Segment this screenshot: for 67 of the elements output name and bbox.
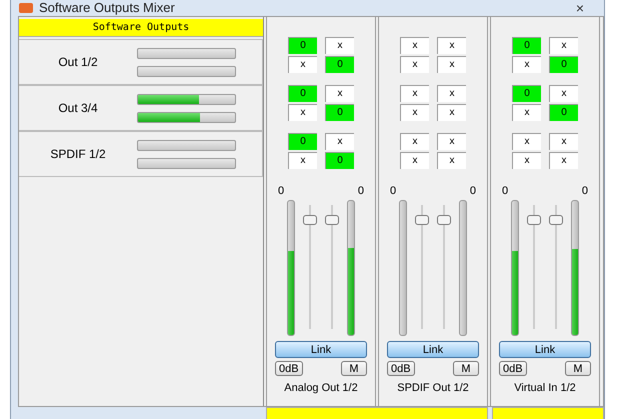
routing-cell[interactable]: x: [437, 104, 466, 121]
level-reading: 0: [390, 185, 396, 197]
routing-cell[interactable]: x: [437, 152, 466, 169]
routing-cell[interactable]: x: [400, 85, 429, 102]
fader-handle[interactable]: [527, 214, 541, 225]
output-name: Out 1/2: [57, 55, 99, 69]
routing-cell[interactable]: 0: [549, 104, 578, 121]
routing-cell[interactable]: 0: [325, 56, 354, 73]
close-button[interactable]: ×: [576, 1, 584, 15]
routing-cell[interactable]: x: [400, 37, 429, 54]
routing-cell[interactable]: x: [549, 37, 578, 54]
level-reading: 0: [502, 185, 508, 197]
output-name: Out 3/4: [57, 101, 99, 115]
routing-cell[interactable]: x: [512, 152, 541, 169]
fader-handle[interactable]: [415, 214, 429, 225]
link-button[interactable]: Link: [499, 341, 591, 358]
output-name: SPDIF 1/2: [49, 147, 107, 161]
routing-cell[interactable]: 0: [549, 56, 578, 73]
fader-handle[interactable]: [549, 214, 563, 225]
zero-db-button[interactable]: 0dB: [499, 361, 527, 376]
strip-name: Analog Out 1/2: [284, 382, 358, 394]
routing-cell[interactable]: 0: [288, 133, 317, 150]
link-button[interactable]: Link: [275, 341, 367, 358]
routing-cell[interactable]: x: [288, 152, 317, 169]
routing-cell[interactable]: x: [400, 152, 429, 169]
strip-name: SPDIF Out 1/2: [397, 382, 469, 394]
mute-button[interactable]: M: [341, 361, 367, 376]
routing-cell[interactable]: x: [400, 133, 429, 150]
fader-handle[interactable]: [437, 214, 451, 225]
routing-cell[interactable]: x: [400, 104, 429, 121]
fader-handle[interactable]: [325, 214, 339, 225]
routing-cell[interactable]: x: [512, 104, 541, 121]
zero-db-button[interactable]: 0dB: [275, 361, 303, 376]
window-title: Software Outputs Mixer: [39, 0, 175, 16]
routing-cell[interactable]: x: [437, 37, 466, 54]
routing-cell[interactable]: 0: [325, 152, 354, 169]
level-reading: 0: [278, 185, 284, 197]
mute-button[interactable]: M: [453, 361, 479, 376]
level-reading: 0: [358, 185, 364, 197]
routing-cell[interactable]: 0: [512, 37, 541, 54]
mute-button[interactable]: M: [565, 361, 591, 376]
routing-cell[interactable]: x: [549, 85, 578, 102]
fader-handle[interactable]: [303, 214, 317, 225]
routing-cell[interactable]: x: [549, 133, 578, 150]
level-reading: 0: [470, 185, 476, 197]
routing-cell[interactable]: 0: [288, 37, 317, 54]
app-icon: [19, 3, 33, 13]
strip-name: Virtual In 1/2: [514, 382, 576, 394]
routing-cell[interactable]: x: [400, 56, 429, 73]
routing-cell[interactable]: x: [325, 85, 354, 102]
routing-cell[interactable]: x: [549, 152, 578, 169]
routing-cell[interactable]: x: [325, 133, 354, 150]
routing-cell[interactable]: x: [288, 104, 317, 121]
routing-cell[interactable]: x: [512, 133, 541, 150]
routing-cell[interactable]: x: [325, 37, 354, 54]
routing-cell[interactable]: 0: [288, 85, 317, 102]
routing-cell[interactable]: 0: [512, 85, 541, 102]
link-button[interactable]: Link: [387, 341, 479, 358]
routing-cell[interactable]: x: [288, 56, 317, 73]
zero-db-button[interactable]: 0dB: [387, 361, 415, 376]
routing-cell[interactable]: x: [437, 133, 466, 150]
section-header: Software Outputs: [19, 19, 263, 37]
routing-cell[interactable]: 0: [325, 104, 354, 121]
routing-cell[interactable]: x: [512, 56, 541, 73]
routing-cell[interactable]: x: [437, 85, 466, 102]
routing-cell[interactable]: x: [437, 56, 466, 73]
level-reading: 0: [582, 185, 588, 197]
